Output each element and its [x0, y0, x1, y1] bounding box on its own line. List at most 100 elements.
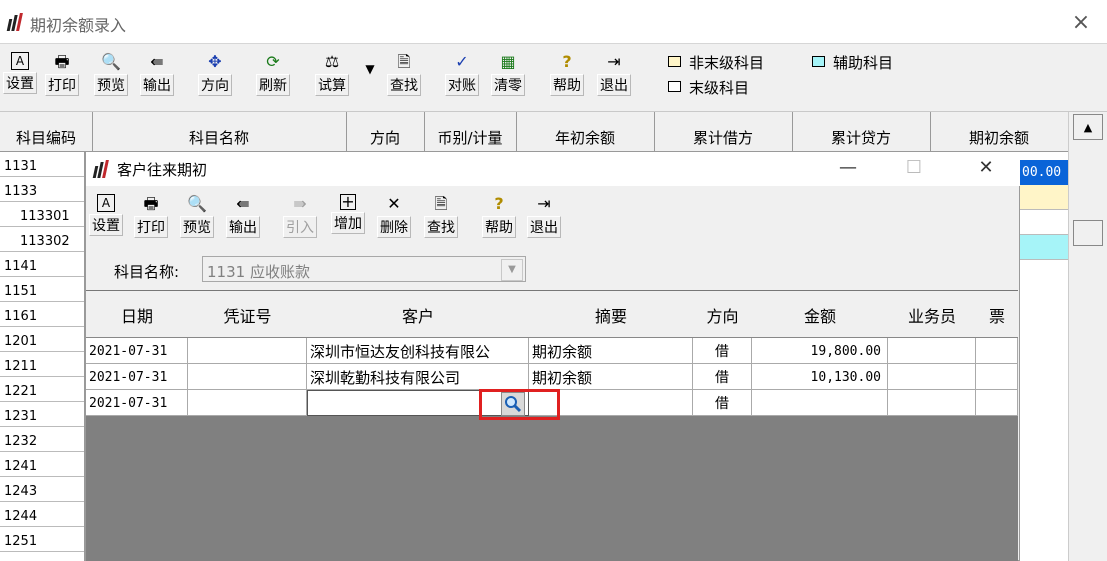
cell-date[interactable]: 2021-07-31 — [86, 390, 188, 416]
preview-button[interactable]: 🔍 预览 — [94, 52, 128, 96]
find-icon: 🗎 — [434, 194, 448, 213]
exit-button[interactable]: ⇥ 退出 — [527, 194, 561, 238]
cell-date[interactable]: 2021-07-31 — [86, 338, 188, 364]
cell-ticket[interactable] — [976, 338, 1018, 364]
cell-direction[interactable]: 借 — [693, 338, 752, 364]
table-row[interactable]: 1221 — [0, 377, 84, 402]
clear-button[interactable]: ▦ 清零 — [491, 52, 525, 96]
help-button[interactable]: ? 帮助 — [550, 52, 584, 96]
col-ticket: 票 — [976, 291, 1018, 338]
close-icon[interactable]: × — [1068, 10, 1094, 36]
col-year-begin: 年初余额 — [516, 112, 655, 152]
col-amount: 金额 — [752, 291, 889, 338]
opening-balance-cell[interactable]: 00.00 — [1020, 160, 1068, 185]
cell-salesperson[interactable] — [888, 338, 976, 364]
move-arrows-icon: ✥ — [208, 52, 222, 71]
export-button[interactable]: ⇚ 输出 — [226, 194, 260, 238]
scroll-thumb[interactable] — [1073, 220, 1103, 246]
help-icon: ? — [562, 52, 572, 71]
table-row[interactable]: 113302 — [0, 227, 84, 252]
table-row[interactable]: 1243 — [0, 477, 84, 502]
subject-row: 科目名称: 1131 应收账款 ▼ — [86, 252, 1020, 288]
close-icon[interactable]: ✕ — [966, 152, 1006, 186]
scroll-up-button[interactable]: ▲ — [1073, 114, 1103, 140]
highlight-box — [479, 389, 560, 420]
help-button[interactable]: ? 帮助 — [482, 194, 516, 238]
table-row[interactable]: 1201 — [0, 327, 84, 352]
find-button[interactable]: 🗎 查找 — [424, 194, 458, 238]
cell-amount[interactable]: 10,130.00 — [752, 364, 888, 390]
window-title-bar: 期初余额录入 × — [0, 0, 1107, 44]
cell-customer[interactable]: 深圳市恒达友创科技有限公 — [307, 338, 529, 364]
table-row[interactable]: 1211 — [0, 352, 84, 377]
setup-button[interactable]: A 设置 — [89, 194, 123, 236]
delete-button[interactable]: ✕ 删除 — [377, 194, 411, 238]
trial-dropdown-button[interactable]: ▼ — [361, 62, 379, 76]
add-icon: + — [340, 192, 356, 211]
cell-ticket[interactable] — [976, 364, 1018, 390]
table-row[interactable]: 1161 — [0, 302, 84, 327]
cell-voucher[interactable] — [188, 364, 307, 390]
col-currency: 币别/计量 — [424, 112, 517, 152]
add-button[interactable]: + 增加 — [331, 194, 365, 234]
cell-summary[interactable]: 期初余额 — [529, 338, 693, 364]
minimize-icon[interactable]: — — [828, 152, 868, 186]
table-row[interactable]: 1244 — [0, 502, 84, 527]
table-row[interactable]: 1231 — [0, 402, 84, 427]
find-button[interactable]: 🗎 查找 — [387, 52, 421, 96]
maximize-icon[interactable]: ☐ — [894, 152, 934, 186]
printer-icon: 🖶 — [143, 194, 159, 213]
row-plain — [1020, 210, 1068, 235]
cell-summary[interactable]: 期初余额 — [529, 364, 693, 390]
cell-voucher[interactable] — [188, 338, 307, 364]
cell-ticket[interactable] — [976, 390, 1018, 416]
print-button[interactable]: 🖶 打印 — [134, 194, 168, 238]
check-doc-icon: ✓ — [455, 52, 469, 71]
table-row[interactable]: 1232 — [0, 427, 84, 452]
cell-direction[interactable]: 借 — [693, 364, 752, 390]
legend-cyan-swatch — [812, 56, 825, 67]
direction-button[interactable]: ✥ 方向 — [198, 52, 232, 96]
legend-auxiliary: 辅助科目 — [812, 52, 893, 73]
col-customer: 客户 — [307, 291, 530, 338]
cell-amount[interactable] — [752, 390, 888, 416]
legend-yellow-swatch — [668, 56, 681, 67]
dropdown-arrow-icon[interactable]: ▼ — [501, 259, 523, 281]
print-button[interactable]: 🖶 打印 — [45, 52, 79, 96]
app-books-icon — [6, 13, 24, 31]
cell-salesperson[interactable] — [888, 390, 976, 416]
table-row[interactable]: 1151 — [0, 277, 84, 302]
cell-direction[interactable]: 借 — [693, 390, 752, 416]
table-row[interactable]: 1251 — [0, 527, 84, 552]
export-button[interactable]: ⇚ 输出 — [140, 52, 174, 96]
table-row[interactable]: 113301 — [0, 202, 84, 227]
table-row[interactable]: 1241 — [0, 452, 84, 477]
col-name: 科目名称 — [92, 112, 347, 152]
table-row[interactable]: 1141 — [0, 252, 84, 277]
cell-date[interactable]: 2021-07-31 — [86, 364, 188, 390]
col-credit: 累计贷方 — [792, 112, 931, 152]
reconcile-button[interactable]: ✓ 对账 — [445, 52, 479, 96]
vertical-scrollbar[interactable]: ▲ — [1068, 112, 1107, 561]
exit-button[interactable]: ⇥ 退出 — [597, 52, 631, 96]
col-code: 科目编码 — [0, 112, 93, 152]
preview-button[interactable]: 🔍 预览 — [180, 194, 214, 238]
legend-non-leaf: 非末级科目 — [668, 52, 764, 73]
table-row[interactable]: 1133 — [0, 177, 84, 202]
subject-label: 科目名称: — [114, 263, 180, 281]
refresh-button[interactable]: ⟳ 刷新 — [256, 52, 290, 96]
cell-voucher[interactable] — [188, 390, 307, 416]
subject-value: 1131 应收账款 — [207, 263, 310, 281]
col-voucher: 凭证号 — [188, 291, 308, 338]
import-button[interactable]: ⇛ 引入 — [283, 194, 317, 238]
cell-amount[interactable]: 19,800.00 — [752, 338, 888, 364]
table-row[interactable]: 1131 — [0, 152, 84, 177]
subject-select[interactable]: 1131 应收账款 ▼ — [202, 256, 526, 282]
col-direction: 方向 — [693, 291, 753, 338]
cell-salesperson[interactable] — [888, 364, 976, 390]
export-icon: ⇚ — [236, 194, 250, 213]
cell-customer[interactable]: 深圳乾勤科技有限公司 — [307, 364, 529, 390]
setup-button[interactable]: A 设置 — [3, 52, 37, 94]
trial-balance-button[interactable]: ⚖ 试算 — [315, 52, 349, 96]
main-toolbar: A 设置 🖶 打印 🔍 预览 ⇚ 输出 ✥ 方向 ⟳ 刷新 ⚖ 试算 ▼ 🗎 查找 ✓ 对账 ▦ 清… — [0, 44, 1107, 112]
